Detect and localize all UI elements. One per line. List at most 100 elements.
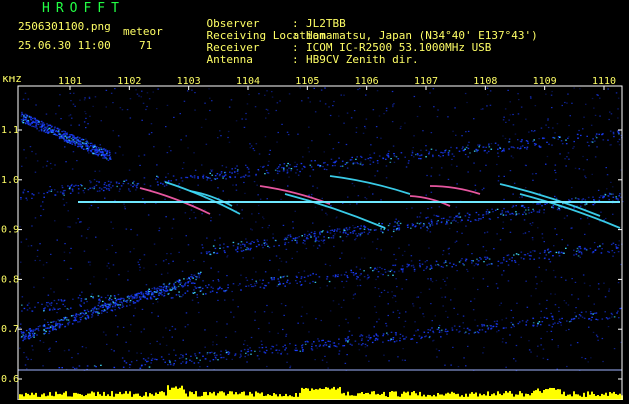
echo-band-speck xyxy=(521,205,524,207)
echo-band-speck xyxy=(194,275,197,278)
noise-speck xyxy=(304,235,306,237)
echo-band-speck xyxy=(505,211,507,213)
echo-band-speck xyxy=(432,330,434,332)
noise-speck xyxy=(133,315,135,317)
histogram-bar xyxy=(347,391,349,400)
noise-speck xyxy=(608,118,610,121)
noise-speck xyxy=(32,349,34,351)
echo-band-speck xyxy=(273,245,275,247)
echo-band-speck xyxy=(615,247,618,249)
y-tick-label: 1.1 xyxy=(1,125,19,136)
noise-speck xyxy=(520,336,522,338)
noise-speck xyxy=(73,92,75,94)
echo-band-speck xyxy=(68,134,71,136)
echo-band-speck xyxy=(615,196,617,198)
echo-band-speck xyxy=(298,236,300,238)
histogram-bar xyxy=(289,395,291,400)
echo-band-speck xyxy=(488,146,491,148)
noise-speck xyxy=(355,237,357,240)
noise-speck xyxy=(350,117,353,119)
histogram-bar xyxy=(465,393,467,400)
echo-band-speck xyxy=(578,198,580,200)
noise-speck xyxy=(102,331,105,333)
noise-speck xyxy=(303,270,306,272)
echo-band-speck xyxy=(455,329,458,331)
histogram-bar xyxy=(529,395,531,400)
echo-band-speck xyxy=(310,166,313,168)
noise-speck xyxy=(387,314,389,317)
histogram-bar xyxy=(263,396,265,400)
histogram-bar xyxy=(95,396,97,400)
histogram-bar xyxy=(89,393,91,400)
echo-band-speck xyxy=(117,293,120,296)
noise-speck xyxy=(280,260,283,262)
echo-band-speck xyxy=(105,303,107,305)
echo-band-speck xyxy=(28,337,30,339)
noise-speck xyxy=(98,170,101,172)
echo-band-speck xyxy=(439,330,441,332)
echo-band-speck xyxy=(576,133,579,136)
noise-speck xyxy=(308,126,310,128)
echo-band-speck xyxy=(323,168,326,170)
histogram-bar xyxy=(579,395,581,400)
noise-speck xyxy=(454,288,456,290)
noise-speck xyxy=(320,319,322,322)
echo-band-speck xyxy=(470,260,473,262)
noise-speck xyxy=(428,288,431,290)
echo-band-speck xyxy=(420,222,422,224)
y-tick-label: 0.7 xyxy=(1,324,19,335)
echo-band-speck xyxy=(285,347,287,349)
echo-band-speck xyxy=(110,299,113,301)
noise-speck xyxy=(377,288,380,290)
echo-band-speck xyxy=(58,135,61,137)
noise-speck xyxy=(297,174,300,176)
echo-band-speck xyxy=(558,207,560,209)
noise-speck xyxy=(520,106,523,108)
echo-band-speck xyxy=(395,334,397,336)
echo-band-speck xyxy=(369,157,371,159)
histogram-bar xyxy=(533,390,535,400)
noise-speck xyxy=(276,102,279,104)
noise-speck xyxy=(567,304,570,306)
echo-band-speck xyxy=(389,339,392,342)
noise-speck xyxy=(600,195,602,197)
echo-band-speck xyxy=(79,319,82,321)
echo-band-speck xyxy=(323,343,326,346)
noise-speck xyxy=(48,350,51,352)
noise-speck xyxy=(313,87,315,89)
noise-speck xyxy=(112,303,115,305)
echo-band-speck xyxy=(212,359,215,361)
echo-band-speck xyxy=(492,211,494,213)
echo-band-speck xyxy=(184,292,187,294)
noise-speck xyxy=(219,237,221,239)
noise-speck xyxy=(564,158,566,160)
echo-band-speck xyxy=(139,367,142,369)
echo-band-speck xyxy=(463,149,465,152)
noise-speck xyxy=(513,182,516,184)
echo-band-speck xyxy=(62,136,64,138)
echo-band-speck xyxy=(98,148,101,150)
echo-band-speck xyxy=(52,329,54,331)
echo-band-speck xyxy=(579,315,582,317)
echo-band-speck xyxy=(37,121,39,124)
echo-band-speck xyxy=(565,247,567,249)
echo-band-speck xyxy=(85,142,88,145)
noise-speck xyxy=(376,90,379,92)
echo-band-speck xyxy=(596,319,599,321)
noise-speck xyxy=(210,169,212,171)
noise-speck xyxy=(528,231,530,233)
noise-speck xyxy=(564,101,566,104)
echo-band-speck xyxy=(216,177,219,180)
echo-band-speck xyxy=(552,136,554,139)
noise-speck xyxy=(244,192,246,194)
echo-band-speck xyxy=(357,226,359,228)
noise-speck xyxy=(430,167,433,169)
echo-band-speck xyxy=(310,236,312,238)
histogram-bar xyxy=(535,390,537,400)
noise-speck xyxy=(42,166,44,168)
echo-band-speck xyxy=(573,249,575,251)
noise-speck xyxy=(134,307,136,309)
histogram-bar xyxy=(555,389,557,400)
noise-speck xyxy=(118,145,121,148)
echo-band-speck xyxy=(106,154,108,157)
